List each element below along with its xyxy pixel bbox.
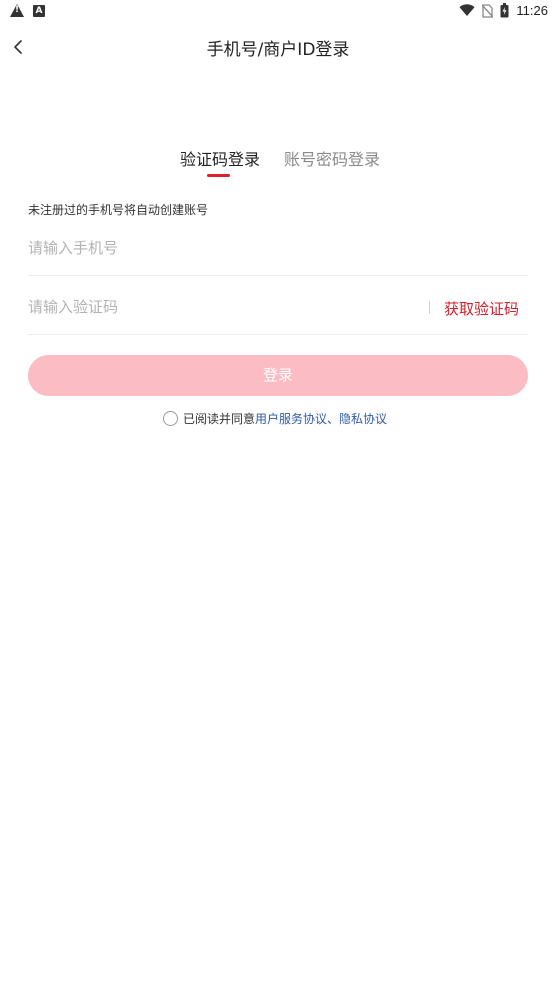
tab-verification-code-login[interactable]: 验证码登录: [180, 146, 260, 170]
code-field: 获取验证码: [28, 289, 528, 335]
agreement-checkbox[interactable]: [163, 411, 178, 426]
phone-field: [28, 230, 528, 276]
status-time: 11:26: [516, 3, 548, 18]
agreement-row: 已阅读并同意 用户服务协议 、 隐私协议: [163, 410, 387, 427]
a-notification-icon: A: [33, 4, 45, 17]
verification-code-input[interactable]: [28, 289, 408, 325]
get-code-button[interactable]: 获取验证码: [444, 298, 519, 319]
agreement-prefix: 已阅读并同意: [183, 412, 256, 426]
login-button[interactable]: 登录: [28, 355, 528, 396]
page-title: 手机号/商户ID登录: [206, 40, 350, 60]
auto-register-hint: 未注册过的手机号将自动创建账号: [28, 203, 209, 217]
warning-icon: [10, 4, 24, 17]
wifi-icon: [459, 4, 475, 16]
no-sim-icon: [482, 3, 494, 18]
privacy-policy-link[interactable]: 隐私协议: [339, 410, 387, 427]
header: 手机号/商户ID登录: [0, 24, 556, 70]
field-divider: [429, 301, 430, 314]
active-tab-indicator: [207, 174, 230, 177]
tab-password-login[interactable]: 账号密码登录: [284, 146, 380, 170]
phone-input[interactable]: [28, 230, 408, 266]
agreement-separator: 、: [327, 412, 340, 426]
status-bar: A 11:26: [0, 0, 556, 24]
login-tabs: 验证码登录 账号密码登录: [0, 146, 556, 182]
battery-icon: [500, 3, 509, 18]
user-agreement-link[interactable]: 用户服务协议: [255, 410, 327, 427]
